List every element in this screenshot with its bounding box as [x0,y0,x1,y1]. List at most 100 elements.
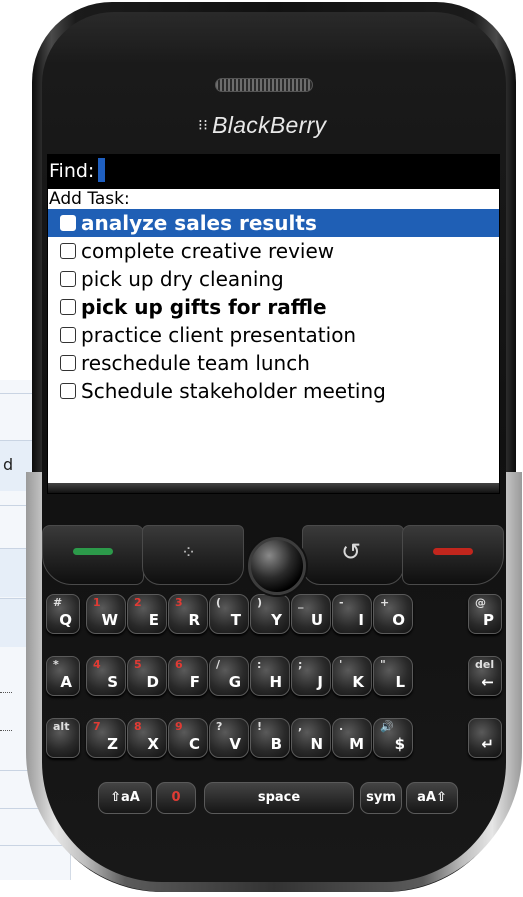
key-e[interactable]: 2E [127,594,167,634]
key-primary-label: V [229,735,241,753]
task-list: analyze sales results complete creative r… [48,209,499,405]
key-secondary-label: - [339,596,344,609]
key-j[interactable]: ; J [291,656,331,696]
space-key[interactable]: space [204,782,354,814]
blackberry-menu-icon: ⁘ [181,542,197,563]
text-cursor [98,157,106,182]
task-item[interactable]: complete creative review [48,237,499,265]
task-checkbox[interactable] [60,383,76,399]
key-secondary-label: , [298,720,303,733]
key-secondary-label: 4 [93,658,101,671]
back-arrow-icon: ↺ [341,538,362,566]
key-p[interactable]: @ P [468,594,502,634]
trackball[interactable] [248,537,306,595]
key-primary-label: X [147,735,159,753]
task-label: pick up gifts for raffle [81,295,327,319]
key-q[interactable]: # Q [46,594,80,634]
device-screen: Find: Add Task: analyze sales results com… [47,154,500,494]
key-[interactable]: ↵ [468,718,502,758]
task-checkbox[interactable] [60,355,76,371]
key-secondary-label: 9 [175,720,183,733]
green-phone-icon [73,548,113,555]
key-primary-label: N [310,735,323,753]
task-item[interactable]: pick up gifts for raffle [48,293,499,321]
key-secondary-label: ? [216,720,223,733]
key-secondary-label: # [53,596,63,609]
key-t[interactable]: (T [209,594,249,634]
brand-name: BlackBerry [212,112,327,138]
task-label: reschedule team lunch [81,351,310,375]
key-[interactable]: 🔊 $ [373,718,413,758]
key-a[interactable]: * A [46,656,80,696]
sym-key[interactable]: sym [360,782,402,814]
key-w[interactable]: 1W [86,594,126,634]
key-f[interactable]: 6F [168,656,208,696]
key-r[interactable]: 3R [168,594,208,634]
key-c[interactable]: 9C [168,718,208,758]
key-v[interactable]: ? V [209,718,249,758]
key-primary-label: C [188,735,200,753]
task-item[interactable]: pick up dry cleaning [48,265,499,293]
key-b[interactable]: ! B [250,718,290,758]
key-l[interactable]: " L [373,656,413,696]
task-item[interactable]: Schedule stakeholder meeting [48,377,499,405]
blackberry-logo-icon: ⁝⁝ [198,117,209,134]
end-call-button[interactable] [402,525,504,585]
key-primary-label: L [395,673,405,691]
key-h[interactable]: :H [250,656,290,696]
task-item[interactable]: analyze sales results [48,209,499,237]
key-primary-label: B [270,735,282,753]
task-checkbox[interactable] [60,215,76,231]
key-secondary-label: del [475,658,495,671]
call-button[interactable] [42,525,144,585]
zero-key[interactable]: 0 [156,782,196,814]
key-m[interactable]: .M [332,718,372,758]
key-primary-label: H [269,673,282,691]
key-primary-label: G [228,673,241,691]
key-secondary-label: . [339,720,344,733]
key-y[interactable]: ) Y [250,594,290,634]
background-row [0,845,70,846]
menu-button[interactable]: ⁘ [142,525,244,585]
key-g[interactable]: / G [209,656,249,696]
key-primary-label: ← [481,673,494,691]
key-[interactable]: del ← [468,656,502,696]
key-x[interactable]: 8X [127,718,167,758]
key-secondary-label: 8 [134,720,142,733]
key-o[interactable]: + O [373,594,413,634]
task-checkbox[interactable] [60,299,76,315]
key-secondary-label: _ [298,596,304,609]
key-primary-label: U [310,611,323,629]
key-secondary-label: 🔊 [380,720,394,733]
key-i[interactable]: -I [332,594,372,634]
back-button[interactable]: ↺ [302,525,404,585]
find-bar[interactable]: Find: [48,155,499,189]
key-primary-label: S [107,673,118,691]
keyboard: ⇧aA 0 space sym aA⇧ # Q 1 W 2 E 3 R(T) Y _ U - I + O @ P… [44,590,504,830]
task-checkbox[interactable] [60,271,76,287]
key-primary-label: Z [107,735,118,753]
key-z[interactable]: 7Z [86,718,126,758]
key-secondary-label: " [380,658,386,671]
shift-right-key[interactable]: aA⇧ [406,782,458,814]
key-secondary-label: : [257,658,262,671]
task-checkbox[interactable] [60,327,76,343]
add-task-field[interactable]: Add Task: [48,189,499,209]
key-primary-label: F [189,673,200,691]
key-secondary-label: 5 [134,658,142,671]
key-secondary-label: ! [257,720,263,733]
task-item[interactable]: practice client presentation [48,321,499,349]
key-primary-label: D [146,673,159,691]
find-label: Find: [49,160,95,182]
key-k[interactable]: ' K [332,656,372,696]
key-d[interactable]: 5D [127,656,167,696]
task-item[interactable]: reschedule team lunch [48,349,499,377]
key-alt[interactable]: alt [46,718,80,758]
key-u[interactable]: _ U [291,594,331,634]
task-checkbox[interactable] [60,243,76,259]
key-s[interactable]: 4S [86,656,126,696]
key-primary-label: J [317,673,323,691]
shift-left-key[interactable]: ⇧aA [98,782,152,814]
key-secondary-label: ; [298,658,303,671]
key-n[interactable]: ,N [291,718,331,758]
